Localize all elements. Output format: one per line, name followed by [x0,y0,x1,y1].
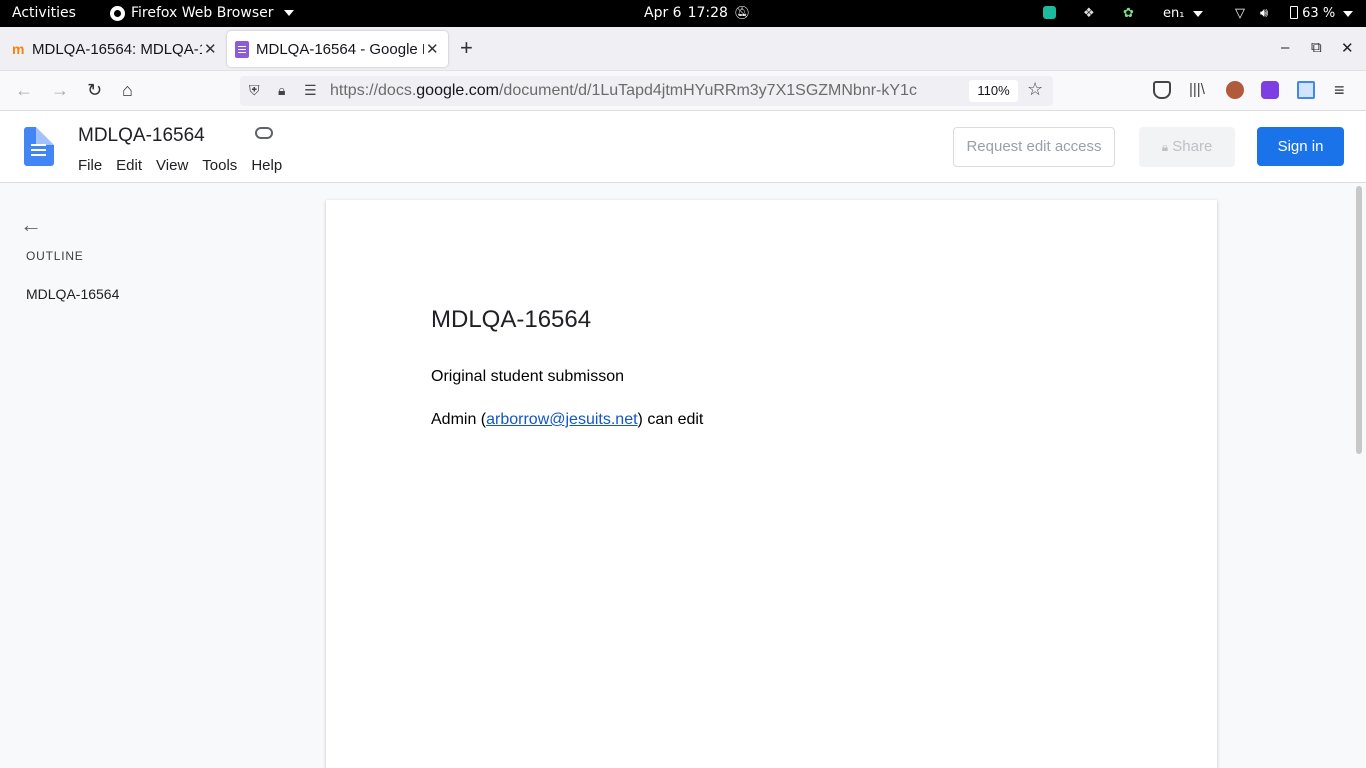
bookmark-star-icon[interactable]: ☆ [1027,79,1043,100]
clock[interactable]: Apr 6 17:28 🔕︎ [644,5,750,21]
paragraph-text: Admin ( [431,411,487,428]
tab-moodle[interactable]: m MDLQA-16564: MDLQA-16564 ✕ [6,31,220,67]
tab-google-docs[interactable]: MDLQA-16564 - Google Docs ✕ [227,31,448,67]
battery-label: 63 % [1302,6,1336,21]
docs-extension-icon[interactable] [1297,81,1315,99]
language-label: en₁ [1163,6,1185,21]
tab-title: MDLQA-16564 - Google Docs [256,40,424,58]
menu-edit[interactable]: Edit [116,157,142,174]
volume-icon[interactable]: 🔊︎ [1260,6,1268,21]
menu-help[interactable]: Help [251,157,282,174]
request-edit-access-button[interactable]: Request edit access [953,127,1115,167]
video-extension-icon[interactable] [1261,81,1279,99]
caret-down-icon [1192,11,1203,17]
activities-button[interactable]: Activities [12,5,76,21]
document-paragraph-admin: Admin (arborrow@jesuits.net) can edit [431,411,703,429]
docs-menu-bar: File Edit View Tools Help [78,157,296,174]
google-docs-logo-icon[interactable] [24,127,54,166]
menu-tools[interactable]: Tools [202,157,237,174]
network-icon[interactable]: ▽ [1235,6,1245,21]
forward-button[interactable]: → [51,80,69,101]
clock-time: 17:28 [687,5,728,21]
google-docs-favicon-icon [235,40,249,58]
sign-in-button[interactable]: Sign in [1257,127,1344,166]
share-label: Share [1172,138,1213,155]
permissions-icon[interactable]: ☰ [304,82,317,99]
library-icon[interactable]: |||\ [1189,81,1207,99]
new-tab-button[interactable]: + [460,35,473,61]
app-indicator-icon[interactable] [1043,6,1056,19]
shield-icon[interactable]: ⛨ [249,82,260,99]
arrow-back-icon[interactable]: ← [20,212,42,238]
url-text[interactable]: https://docs.google.com/document/d/1LuTa… [330,82,960,100]
navigation-bar: ← → ↻ ⌂ ⛨ 🔒︎ ☰ https://docs.google.com/d… [0,71,1366,111]
caret-down-icon [283,10,294,16]
close-window-button[interactable]: ✕ [1341,39,1354,57]
reload-button[interactable]: ↻ [87,80,102,101]
close-icon[interactable]: ✕ [204,40,217,58]
outline-item[interactable]: MDLQA-16564 [26,286,119,302]
firefox-icon [110,5,125,21]
pocket-icon[interactable] [1153,81,1171,99]
docs-header: MDLQA-16564 File Edit View Tools Help Re… [0,111,1366,183]
outline-heading: OUTLINE [26,249,84,263]
battery-indicator[interactable]: 63 % [1290,6,1354,21]
app-menu[interactable]: Firefox Web Browser [110,5,294,21]
document-page: MDLQA-16564 Original student submisson A… [326,200,1217,768]
bio-icon[interactable]: ✿ [1123,6,1134,21]
system-top-bar: Activities Firefox Web Browser Apr 6 17:… [0,0,1366,27]
url-path: /document/d/1LuTapd4jtmHYuRRm3y7X1SGZMNb… [498,82,917,99]
tab-strip: m MDLQA-16564: MDLQA-16564 ✕ MDLQA-16564… [0,27,1366,71]
maximize-button[interactable]: ⧉ [1311,39,1322,56]
close-icon[interactable]: ✕ [426,40,439,58]
battery-icon [1290,6,1298,19]
url-prefix: https://docs. [330,82,417,99]
hamburger-menu-icon[interactable]: ≡ [1334,80,1345,101]
share-button[interactable]: 🔒︎ Share [1139,127,1235,167]
clock-date: Apr 6 [644,5,682,21]
document-title: MDLQA-16564 [78,125,205,146]
notifications-off-icon: 🔕︎ [733,5,751,21]
paragraph-text: ) can edit [637,411,704,428]
menu-file[interactable]: File [78,157,102,174]
url-bar[interactable]: ⛨ 🔒︎ ☰ https://docs.google.com/document/… [240,76,1053,106]
back-button[interactable]: ← [15,80,33,101]
document-paragraph: Original student submisson [431,368,624,385]
zoom-indicator[interactable]: 110% [969,80,1018,102]
lock-icon[interactable]: 🔒︎ [278,82,285,99]
caret-down-icon [1343,11,1354,17]
app-menu-label: Firefox Web Browser [131,5,274,21]
home-button[interactable]: ⌂ [122,80,133,101]
lock-icon: 🔒︎ [1161,140,1169,154]
cloud-saved-icon[interactable] [255,127,273,139]
moodle-icon: m [12,41,25,57]
vertical-scrollbar[interactable] [1356,186,1362,454]
minimize-button[interactable]: – [1281,39,1289,56]
email-link[interactable]: arborrow@jesuits.net [486,411,637,428]
menu-view[interactable]: View [156,157,188,174]
language-indicator[interactable]: en₁ [1163,6,1203,21]
avatar[interactable] [1226,81,1244,99]
document-heading: MDLQA-16564 [431,306,592,333]
dropbox-icon[interactable]: ❖ [1083,6,1095,21]
url-domain: google.com [416,82,499,99]
tab-title: MDLQA-16564: MDLQA-16564 [32,40,202,58]
